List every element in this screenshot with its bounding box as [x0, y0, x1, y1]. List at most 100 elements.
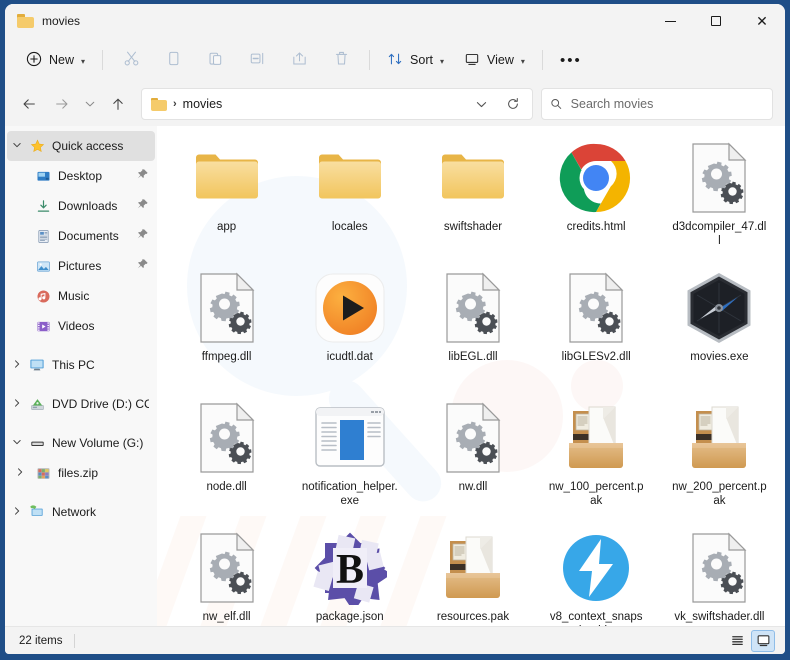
breadcrumb-item-movies[interactable]: movies [183, 97, 223, 111]
refresh-button[interactable] [500, 91, 526, 117]
delete-button[interactable] [321, 44, 361, 76]
view-button[interactable]: View ▾ [455, 44, 534, 76]
navigation-pane[interactable]: Quick access Desktop Downloads Documents Pic… [5, 126, 157, 626]
sidebar-item-new-volume-g[interactable]: New Volume (G:) [7, 428, 155, 458]
file-tile[interactable]: credits.html [535, 134, 658, 264]
recent-locations-button[interactable] [79, 88, 101, 120]
file-name-label: icudtl.dat [326, 351, 373, 363]
file-name-label: v8_context_snapshot.bin [549, 611, 643, 626]
file-tile[interactable]: vk_swiftshader.dll [658, 524, 781, 626]
sidebar-item-label: Downloads [58, 199, 118, 213]
file-name-label: node.dll [206, 481, 247, 493]
copy-button[interactable] [153, 44, 193, 76]
file-list-pane[interactable]: app locales swiftshader credits.html d3d… [157, 126, 785, 626]
file-tile[interactable]: nw_200_percent.pak [658, 394, 781, 524]
chevron-down-icon[interactable] [7, 140, 27, 152]
file-tile[interactable]: notification_helper.exe [288, 394, 411, 524]
maximize-button[interactable] [693, 4, 739, 38]
sidebar-item-network[interactable]: Network [7, 497, 155, 527]
paste-icon [207, 50, 224, 70]
bbedit-b-icon: B [312, 530, 388, 606]
file-tile[interactable]: icudtl.dat [288, 264, 411, 394]
file-tile[interactable]: libEGL.dll [411, 264, 534, 394]
archive-box-icon [558, 400, 634, 476]
pin-icon[interactable] [137, 257, 149, 275]
rename-icon [249, 50, 266, 70]
file-name-label: app [217, 221, 237, 233]
close-button[interactable]: ✕ [739, 4, 785, 38]
sidebar-item-music[interactable]: Music [7, 281, 155, 311]
file-grid: app locales swiftshader credits.html d3d… [165, 134, 781, 626]
file-name-label: resources.pak [436, 611, 510, 623]
new-button[interactable]: New ▾ [17, 44, 94, 76]
search-box[interactable] [541, 88, 773, 120]
sidebar-item-files-zip[interactable]: files.zip [7, 458, 155, 488]
file-tile[interactable]: swiftshader [411, 134, 534, 264]
breadcrumb-dropdown-button[interactable] [468, 91, 494, 117]
list-view-button[interactable] [725, 630, 749, 652]
item-count-label: 22 items [19, 634, 63, 647]
file-tile[interactable]: d3dcompiler_47.dll [658, 134, 781, 264]
pin-icon[interactable] [137, 167, 149, 185]
address-bar-row: › movies [5, 82, 785, 126]
file-tile[interactable]: ffmpeg.dll [165, 264, 288, 394]
pin-icon[interactable] [137, 197, 149, 215]
videos-icon [33, 319, 53, 334]
chrome-icon [558, 140, 634, 216]
star-icon [27, 139, 47, 154]
large-icons-view-button[interactable] [751, 629, 775, 652]
sidebar-item-desktop[interactable]: Desktop [7, 161, 155, 191]
sidebar-item-documents[interactable]: Documents [7, 221, 155, 251]
sidebar-item-quick-access[interactable]: Quick access [7, 131, 155, 161]
paste-button[interactable] [195, 44, 235, 76]
large-icons-view-icon [757, 635, 769, 647]
arrow-left-icon [23, 99, 35, 109]
file-tile[interactable]: nw_100_percent.pak [535, 394, 658, 524]
file-name-label: d3dcompiler_47.dll [672, 221, 767, 247]
file-tile[interactable]: locales [288, 134, 411, 264]
orange-play-icon [312, 270, 388, 346]
sidebar-item-this-pc[interactable]: This PC [7, 350, 155, 380]
sidebar-item-pictures[interactable]: Pictures [7, 251, 155, 281]
file-tile[interactable]: resources.pak [411, 524, 534, 626]
downloads-icon [33, 199, 53, 214]
search-input[interactable] [570, 97, 764, 111]
folder-icon [151, 97, 167, 111]
toolbar-divider [102, 50, 104, 70]
folder-icon [17, 14, 34, 28]
file-name-label: nw_200_percent.pak [672, 481, 767, 507]
up-button[interactable] [102, 88, 134, 120]
back-button[interactable] [13, 88, 45, 120]
sidebar-item-videos[interactable]: Videos [7, 311, 155, 341]
share-button[interactable] [279, 44, 319, 76]
see-more-button[interactable]: ••• [551, 44, 591, 76]
pin-icon[interactable] [137, 227, 149, 245]
file-tile[interactable]: nw.dll [411, 394, 534, 524]
chevron-right-icon[interactable] [7, 467, 33, 479]
chevron-down-icon[interactable] [7, 437, 27, 449]
breadcrumb[interactable]: › movies [141, 88, 533, 120]
minimize-button[interactable] [647, 4, 693, 38]
sidebar-item-dvd-drive-d-cccc[interactable]: DVD Drive (D:) CCCC [7, 389, 155, 419]
forward-button[interactable] [46, 88, 78, 120]
toolbar-divider-2 [369, 50, 371, 70]
sidebar-item-downloads[interactable]: Downloads [7, 191, 155, 221]
chevron-right-icon[interactable] [7, 506, 27, 518]
file-tile[interactable]: libGLESv2.dll [535, 264, 658, 394]
file-name-label: libGLESv2.dll [561, 351, 631, 363]
file-tile[interactable]: v8_context_snapshot.bin [535, 524, 658, 626]
rename-button[interactable] [237, 44, 277, 76]
file-tile[interactable]: node.dll [165, 394, 288, 524]
file-tile[interactable]: movies.exe [658, 264, 781, 394]
chevron-right-icon[interactable] [7, 359, 27, 371]
sort-button[interactable]: Sort ▾ [378, 44, 453, 76]
chevron-right-icon[interactable] [7, 398, 27, 410]
file-tile[interactable]: B package.json [288, 524, 411, 626]
file-name-label: swiftshader [443, 221, 503, 233]
file-name-label: locales [331, 221, 368, 233]
sidebar-item-label: Documents [58, 229, 119, 243]
file-tile[interactable]: nw_elf.dll [165, 524, 288, 626]
file-tile[interactable]: app [165, 134, 288, 264]
archive-box-icon [681, 400, 757, 476]
cut-button[interactable] [111, 44, 151, 76]
